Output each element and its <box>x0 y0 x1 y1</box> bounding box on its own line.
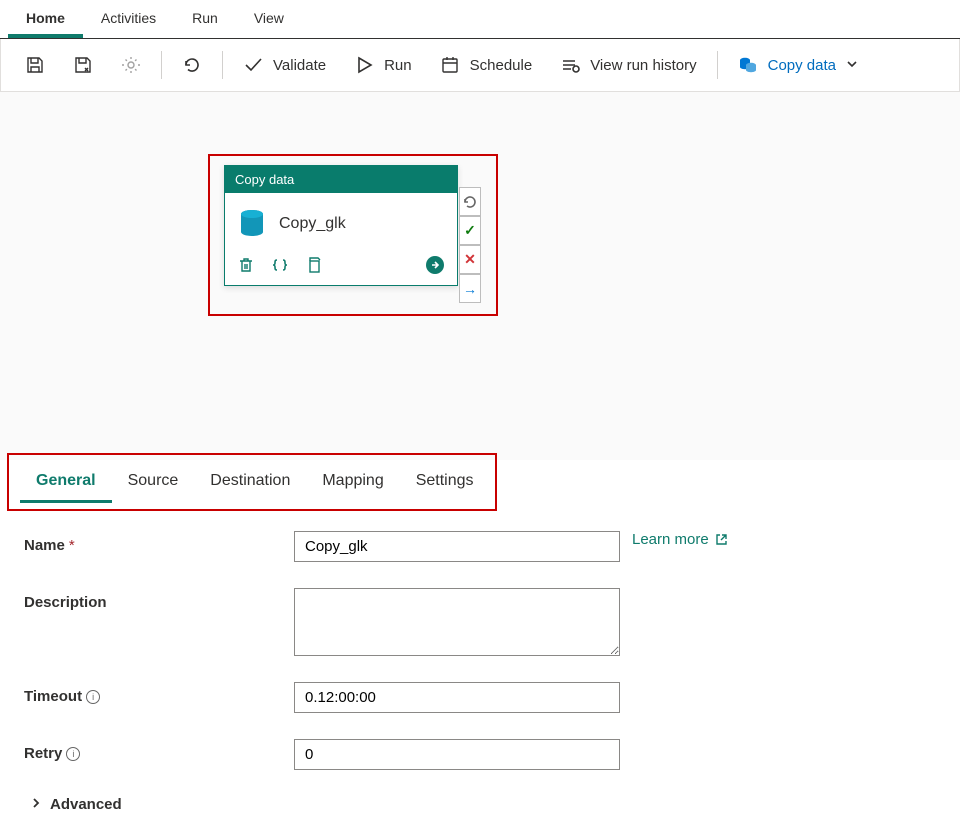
history-icon <box>560 55 580 75</box>
delete-activity-button[interactable] <box>237 256 255 274</box>
pipeline-canvas[interactable]: Copy data Copy_glk <box>0 92 960 460</box>
chevron-down-icon <box>846 57 858 74</box>
copy-data-label: Copy data <box>768 57 836 74</box>
chevron-right-icon <box>30 796 42 813</box>
activity-name: Copy_glk <box>279 215 346 233</box>
properties-tabs-wrap: General Source Destination Mapping Setti… <box>0 460 960 503</box>
menu-run[interactable]: Run <box>174 0 236 38</box>
menu-activities[interactable]: Activities <box>83 0 174 38</box>
save-icon <box>25 55 45 75</box>
toolbar-separator <box>222 51 223 79</box>
menu-view[interactable]: View <box>236 0 302 38</box>
advanced-toggle[interactable]: Advanced <box>24 796 936 813</box>
name-label: Name* <box>24 531 294 554</box>
activity-connectors: ✓ ✕ → <box>459 187 481 303</box>
view-run-history-button[interactable]: View run history <box>546 47 710 83</box>
required-mark: * <box>69 537 75 554</box>
description-label: Description <box>24 588 294 611</box>
description-input[interactable] <box>294 588 620 656</box>
save-as-button[interactable] <box>59 47 107 83</box>
settings-button[interactable] <box>107 47 155 83</box>
connector-fail[interactable]: ✕ <box>459 245 481 274</box>
toolbar-separator <box>717 51 718 79</box>
info-icon[interactable]: i <box>66 747 80 761</box>
validate-button[interactable]: Validate <box>229 47 340 83</box>
undo-icon <box>182 55 202 75</box>
run-label: Run <box>384 57 412 74</box>
connector-retry[interactable] <box>459 187 481 216</box>
name-input[interactable] <box>294 531 620 562</box>
copy-activity-button[interactable] <box>305 256 323 274</box>
advanced-label: Advanced <box>50 796 122 813</box>
toolbar: Validate Run Schedule View run history C… <box>0 39 960 92</box>
highlight-annotation <box>7 453 497 511</box>
code-activity-button[interactable] <box>271 256 289 274</box>
database-icon <box>239 209 265 239</box>
info-icon[interactable]: i <box>86 690 100 704</box>
toolbar-separator <box>161 51 162 79</box>
activity-card-copy-data[interactable]: Copy data Copy_glk <box>224 165 458 286</box>
timeout-label: Timeout i <box>24 682 294 705</box>
activity-type-header: Copy data <box>225 166 457 193</box>
timeout-input[interactable] <box>294 682 620 713</box>
run-activity-button[interactable] <box>425 255 445 275</box>
schedule-button[interactable]: Schedule <box>426 47 547 83</box>
play-icon <box>354 55 374 75</box>
connector-success[interactable]: ✓ <box>459 216 481 245</box>
gear-icon <box>121 55 141 75</box>
copy-data-dropdown[interactable]: Copy data <box>724 47 872 83</box>
retry-input[interactable] <box>294 739 620 770</box>
general-form: Name* Learn more Description Timeout i R… <box>0 503 960 813</box>
save-button[interactable] <box>11 47 59 83</box>
menubar: Home Activities Run View <box>0 0 960 39</box>
calendar-icon <box>440 55 460 75</box>
learn-more-link[interactable]: Learn more <box>632 531 728 548</box>
copy-data-icon <box>738 55 758 75</box>
retry-label: Retry i <box>24 739 294 762</box>
schedule-label: Schedule <box>470 57 533 74</box>
external-link-icon <box>715 533 728 546</box>
check-icon <box>243 55 263 75</box>
validate-label: Validate <box>273 57 326 74</box>
activity-body: Copy_glk <box>225 193 457 249</box>
undo-button[interactable] <box>168 47 216 83</box>
menu-home[interactable]: Home <box>8 0 83 38</box>
activity-footer <box>225 249 457 285</box>
save-as-icon <box>73 55 93 75</box>
view-run-history-label: View run history <box>590 57 696 74</box>
connector-completion[interactable]: → <box>459 274 481 303</box>
run-button[interactable]: Run <box>340 47 426 83</box>
